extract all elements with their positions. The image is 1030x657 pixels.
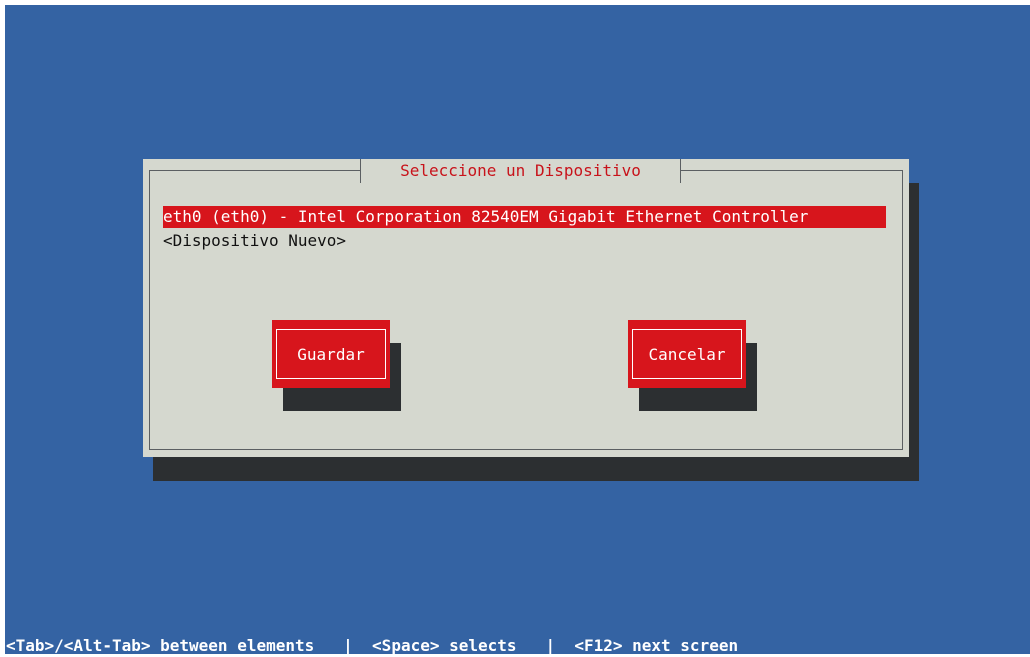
- dialog-title: Seleccione un Dispositivo: [360, 159, 681, 183]
- terminal-screen: Seleccione un Dispositivo eth0 (eth0) - …: [5, 5, 1030, 654]
- device-select-dialog: Seleccione un Dispositivo eth0 (eth0) - …: [143, 159, 909, 457]
- save-button-label: Guardar: [276, 329, 386, 379]
- cancel-button-label: Cancelar: [632, 329, 742, 379]
- cancel-button[interactable]: Cancelar: [628, 320, 746, 388]
- save-button[interactable]: Guardar: [272, 320, 390, 388]
- list-item-eth0[interactable]: eth0 (eth0) - Intel Corporation 82540EM …: [163, 206, 886, 228]
- list-item-new-device[interactable]: <Dispositivo Nuevo>: [163, 230, 346, 252]
